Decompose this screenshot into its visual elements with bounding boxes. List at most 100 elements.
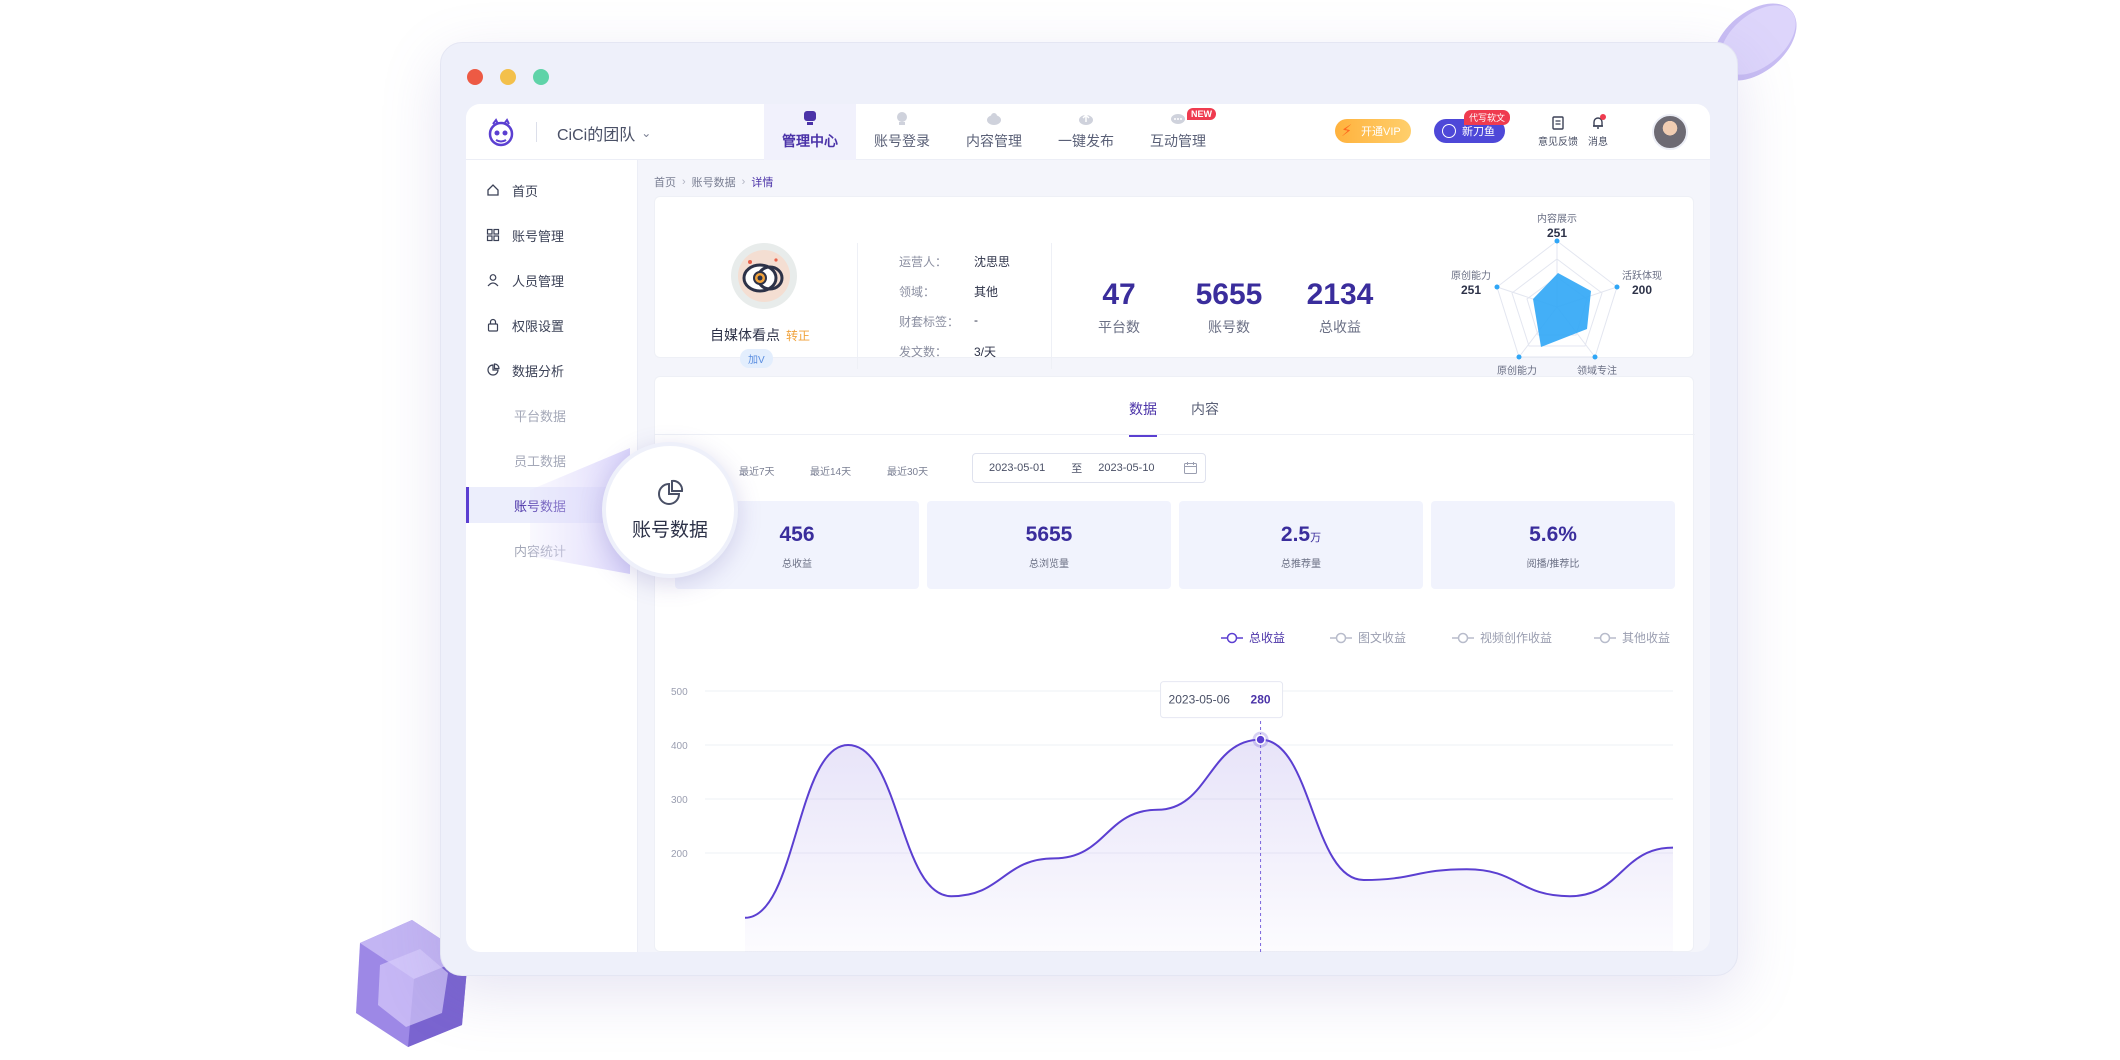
radar-point: [1516, 354, 1522, 360]
kpi-number: 5655: [1025, 523, 1073, 546]
info-row: 发文数： 3/天: [899, 343, 1010, 373]
account-data-card: 数据 内容 最近7天 最近14天 最近30天 2023-05-01 至 2023…: [654, 376, 1695, 952]
main-content: 首页 › 账号数据 › 详情 自媒体看点 转正 加V 运营人： 沈思思 领域： …: [638, 160, 1710, 952]
date-to: 2023-05-10: [1098, 462, 1155, 474]
maximize-window-button[interactable]: [533, 69, 549, 85]
sidebar-item-data-analysis[interactable]: 数据分析: [466, 352, 638, 388]
kpi-number: 456: [779, 523, 815, 546]
hover-point: [1255, 734, 1266, 745]
nav-tab-interaction-management[interactable]: NEW 互动管理: [1132, 104, 1224, 160]
legend-marker-icon: [1330, 632, 1352, 643]
date-separator: 至: [1071, 463, 1083, 475]
ghostwrite-badge: 代写软文: [1464, 110, 1511, 125]
radar-label: 活跃体现: [1622, 270, 1662, 282]
main-nav: 管理中心 账号登录 内容管理 一键发布 NEW 互动管理: [764, 104, 1224, 160]
info-value: 沈思思: [974, 255, 1011, 269]
legend-label: 视频创作收益: [1480, 631, 1553, 645]
nav-tab-one-click-publish[interactable]: 一键发布: [1040, 104, 1132, 160]
breadcrumb-account-data-link[interactable]: 账号数据: [692, 174, 736, 190]
nav-tab-label: 管理中心: [782, 133, 838, 149]
tooltip-value: 280: [1251, 693, 1271, 707]
kpi-number: 2.5: [1280, 523, 1311, 546]
nav-tab-account-login[interactable]: 账号登录: [856, 104, 948, 160]
info-key: 领域：: [899, 285, 936, 299]
stat-label: 总收益: [1319, 319, 1361, 335]
kpi-total-recommendations: 2.5万 总推荐量: [1179, 501, 1423, 589]
user-icon: [487, 274, 499, 287]
pie-chart-icon: [487, 363, 500, 376]
radar-area: [1533, 273, 1591, 347]
team-name: CiCi的团队: [557, 127, 636, 144]
account-info: 运营人： 沈思思 领域： 其他 财套标签： - 发文数： 3/天: [899, 253, 1010, 373]
kpi-label: 总推荐量: [1281, 559, 1321, 570]
nav-tab-label: 一键发布: [1058, 133, 1114, 149]
nav-tab-content-management[interactable]: 内容管理: [948, 104, 1040, 160]
divider: [536, 122, 537, 142]
messages-button[interactable]: 消息: [1588, 115, 1608, 148]
magnifier-label: 账号数据: [631, 519, 708, 541]
chevron-right-icon: ›: [741, 176, 746, 188]
sidebar-item-label: 账号管理: [512, 228, 565, 244]
info-value: -: [974, 313, 978, 327]
breadcrumb-home-link[interactable]: 首页: [654, 174, 676, 190]
open-vip-button[interactable]: ⚡ 开通VIP: [1335, 119, 1411, 143]
monitor-icon: [804, 111, 816, 125]
radar-point: [1494, 284, 1500, 290]
cloud-upload-icon: [1079, 113, 1093, 125]
info-row: 运营人： 沈思思: [899, 253, 1010, 283]
y-tick-label: 400: [671, 741, 688, 752]
tooltip-date: 2023-05-06: [1169, 693, 1231, 707]
legend-other-revenue[interactable]: 其他收益: [1594, 629, 1670, 646]
sidebar-item-staff-management[interactable]: 人员管理: [466, 262, 638, 298]
feedback-button[interactable]: 意见反馈: [1538, 115, 1578, 148]
info-key: 运营人：: [899, 255, 948, 269]
legend-marker-icon: [1221, 632, 1243, 643]
kpi-number: 5.6%: [1529, 523, 1577, 546]
account-avatar: [731, 243, 797, 309]
team-selector[interactable]: CiCi的团队 ⌄: [557, 121, 651, 145]
radar-label: 内容展示: [1537, 212, 1577, 225]
app-logo-icon[interactable]: [484, 115, 518, 149]
nav-tab-management-center[interactable]: 管理中心: [764, 104, 856, 160]
stat-total-revenue: 2134 总收益: [1285, 277, 1395, 337]
user-avatar[interactable]: [1652, 114, 1688, 150]
kpi-unit: 万: [1310, 532, 1322, 544]
minimize-window-button[interactable]: [500, 69, 516, 85]
kpi-value: 2.5万: [1179, 523, 1423, 547]
range-14-days-button[interactable]: 最近14天: [810, 463, 851, 478]
sidebar-item-platform-data[interactable]: 平台数据: [466, 397, 638, 433]
legend-total-revenue[interactable]: 总收益: [1221, 629, 1285, 646]
radar-value: 200: [1632, 283, 1652, 297]
sidebar-item-home[interactable]: 首页: [466, 172, 638, 208]
info-value: 3/天: [974, 345, 997, 359]
tab-content[interactable]: 内容: [1191, 399, 1219, 435]
date-range-picker[interactable]: 2023-05-01 至 2023-05-10: [972, 453, 1206, 483]
sidebar-item-account-management[interactable]: 账号管理: [466, 217, 638, 253]
lightbulb-icon: [897, 112, 907, 125]
radar-point: [1592, 354, 1598, 360]
range-7-days-button[interactable]: 最近7天: [739, 463, 775, 478]
range-30-days-button[interactable]: 最近30天: [887, 463, 928, 478]
tab-data[interactable]: 数据: [1129, 399, 1157, 437]
stat-value: 2134: [1306, 278, 1374, 311]
sidebar-item-permissions[interactable]: 权限设置: [466, 307, 638, 343]
breadcrumb: 首页 › 账号数据 › 详情: [654, 174, 773, 190]
cloud-icon: [987, 113, 1001, 125]
revenue-line-chart: 500 400 300 200 2023-05-06 280: [671, 681, 1674, 952]
vip-button-label: 开通VIP: [1361, 126, 1401, 138]
divider: [1051, 243, 1052, 369]
knife-button-label: 新刀鱼: [1462, 126, 1495, 138]
top-bar: CiCi的团队 ⌄ 管理中心 账号登录 内容管理 一键发布 NEW 互动管理 ⚡…: [466, 104, 1710, 160]
sidebar-item-label: 数据分析: [512, 363, 565, 379]
close-window-button[interactable]: [467, 69, 483, 85]
account-status: 转正: [786, 329, 811, 343]
home-icon: [487, 184, 499, 196]
date-from: 2023-05-01: [989, 462, 1046, 474]
nav-tab-label: 内容管理: [966, 133, 1022, 149]
legend-image-text-revenue[interactable]: 图文收益: [1330, 629, 1406, 646]
divider: [857, 243, 858, 369]
series-area: [745, 739, 1673, 952]
legend-video-revenue[interactable]: 视频创作收益: [1452, 629, 1552, 646]
messages-label: 消息: [1588, 137, 1608, 148]
window-controls: [467, 69, 549, 85]
